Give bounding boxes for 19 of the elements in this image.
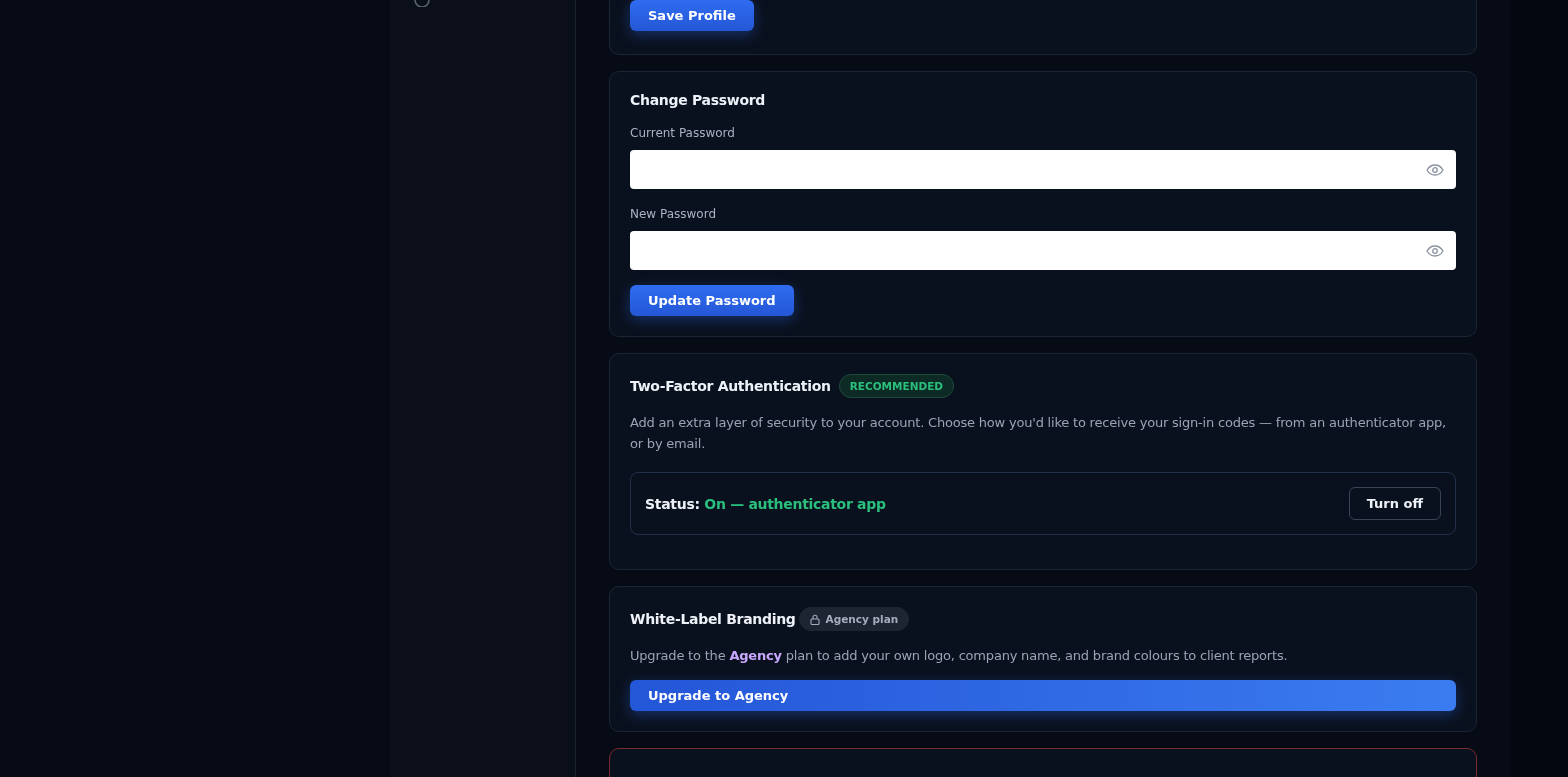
update-password-button[interactable]: Update Password — [630, 285, 794, 316]
card-title: Change Password — [630, 92, 767, 108]
password-field[interactable] — [630, 231, 1456, 270]
card-title: Two-Factor Authentication — [630, 378, 831, 394]
field-label: Current Password — [630, 126, 736, 140]
lock-icon — [809, 613, 820, 625]
plan-badge: Agency plan — [798, 607, 910, 631]
description: Upgrade to the Agency plan to add your own logo, company name, and brand colours to client reports. — [630, 647, 1289, 665]
status-text: Status: On — authenticator app — [645, 495, 886, 512]
eye-icon[interactable] — [1426, 163, 1444, 176]
password-field[interactable] — [630, 150, 1456, 189]
card-title: White-Label Branding — [630, 611, 796, 627]
field-label: New Password — [630, 207, 718, 221]
recommended-badge: RECOMMENDED — [838, 374, 955, 398]
eye-icon[interactable] — [1426, 244, 1444, 257]
upgrade-button[interactable]: Upgrade to Agency — [630, 680, 1456, 711]
save-profile-button[interactable]: Save Profile — [630, 0, 754, 31]
description: Add an extra layer of security to your account. Choose how you'd like to receive your sign-in codes — from an authenticator app, or by email. — [630, 414, 1448, 453]
turn-off-button[interactable]: Turn off — [1348, 487, 1441, 520]
